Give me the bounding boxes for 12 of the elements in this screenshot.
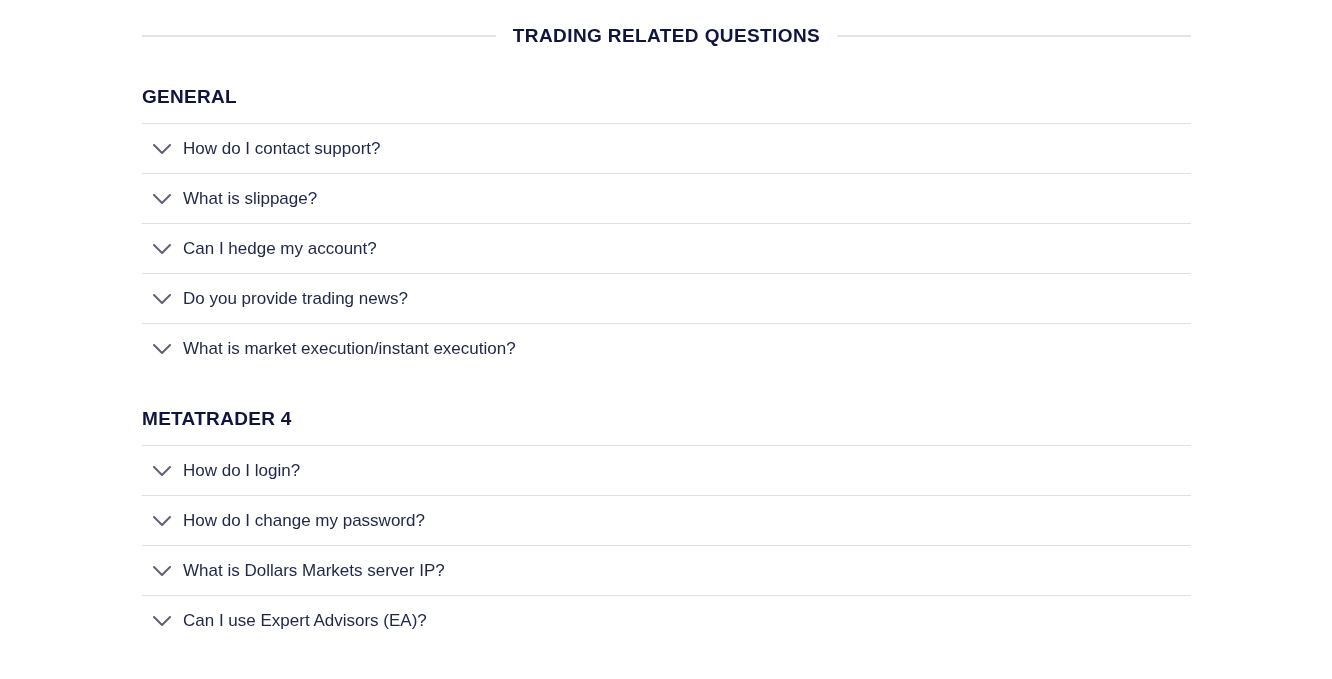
faq-question[interactable]: How do I contact support? xyxy=(142,123,1191,173)
section-heading: METATRADER 4 xyxy=(142,407,293,431)
faq-question[interactable]: How do I change my password? xyxy=(142,495,1191,545)
faq-question[interactable]: How do I login? xyxy=(142,445,1191,495)
faq-question[interactable]: What is Dollars Markets server IP? xyxy=(142,545,1191,595)
faq-question[interactable]: Can I hedge my account? xyxy=(142,223,1191,273)
page-title: TRADING RELATED QUESTIONS xyxy=(512,24,821,48)
faq-question[interactable]: Do you provide trading news? xyxy=(142,273,1191,323)
faq-question[interactable]: Can I use Expert Advisors (EA)? xyxy=(142,595,1191,645)
faq-question[interactable]: What is market execution/instant execution? xyxy=(142,323,1191,373)
section-heading: GENERAL xyxy=(142,85,238,109)
faq-question[interactable]: What is slippage? xyxy=(142,173,1191,223)
